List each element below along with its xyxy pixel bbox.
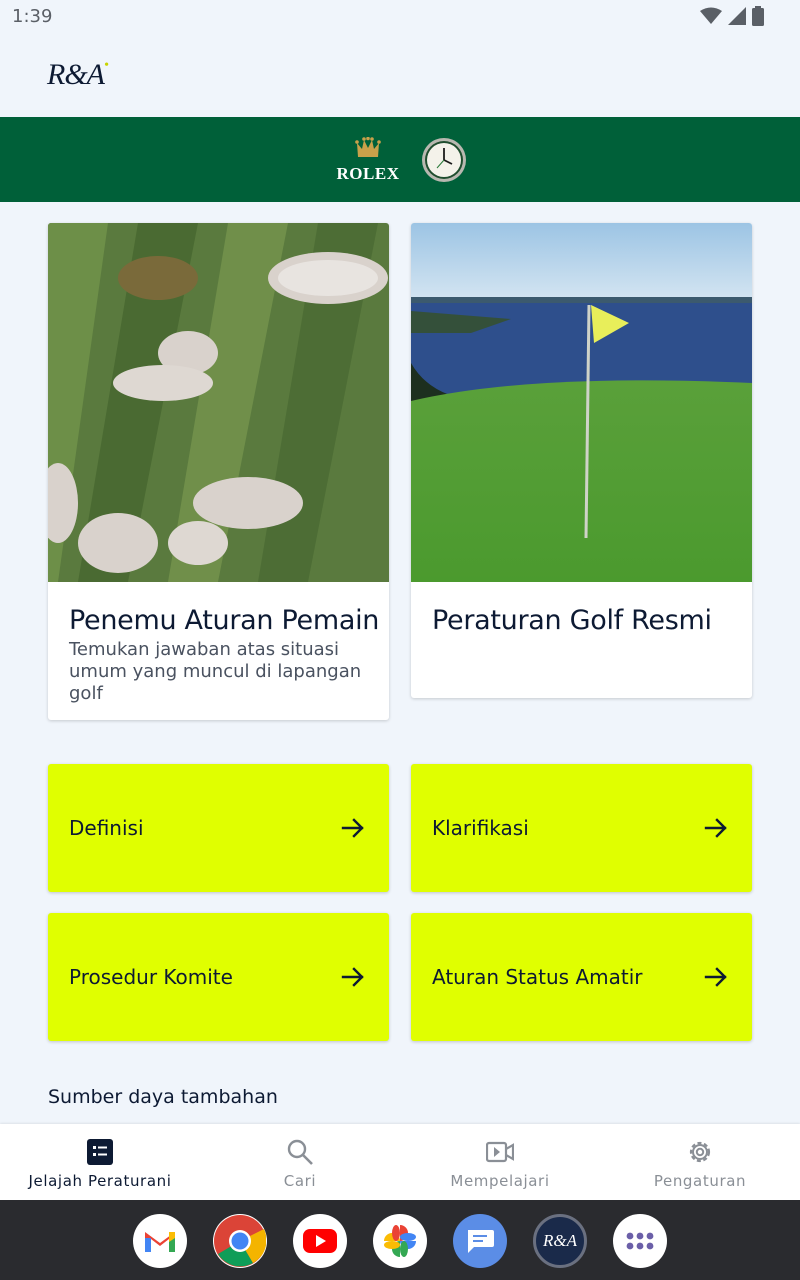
gmail-app-icon[interactable] [133, 1214, 187, 1268]
gmail-icon [145, 1232, 175, 1252]
committee-procedures-tile[interactable]: Prosedur Komite [48, 913, 389, 1041]
card-title: Peraturan Golf Resmi [432, 605, 712, 636]
app-drawer-icon[interactable] [613, 1214, 667, 1268]
arrow-right-icon [704, 818, 727, 838]
video-icon [486, 1141, 514, 1163]
card-title: Penemu Aturan Pemain [69, 605, 380, 636]
tile-label: Klarifikasi [432, 816, 529, 840]
status-time: 1:39 [12, 6, 53, 27]
card-description: Temukan jawaban atas situasi umum yang m… [69, 639, 362, 704]
grid-dots-icon [626, 1232, 654, 1250]
sponsor-banner[interactable]: ROLEX [0, 117, 800, 202]
tile-label: Prosedur Komite [69, 965, 233, 989]
chrome-icon [214, 1215, 266, 1267]
amateur-status-tile[interactable]: Aturan Status Amatir [411, 913, 752, 1041]
nav-learn[interactable]: Mempelajari [400, 1124, 600, 1200]
official-rules-card[interactable]: Peraturan Golf Resmi [411, 223, 752, 698]
golf-green-image [411, 223, 752, 582]
status-icons [700, 6, 764, 26]
signal-icon [728, 7, 746, 25]
battery-icon [752, 6, 764, 26]
app-header: R&A• [0, 32, 800, 117]
youtube-icon [303, 1229, 337, 1253]
bottom-navigation: Jelajah Peraturani Cari Mempelajari Peng… [0, 1124, 800, 1200]
nav-label: Cari [283, 1172, 317, 1190]
nav-label: Mempelajari [450, 1172, 550, 1190]
youtube-app-icon[interactable] [293, 1214, 347, 1268]
nav-settings[interactable]: Pengaturan [600, 1124, 800, 1200]
search-icon [287, 1139, 313, 1165]
rules-finder-card[interactable]: Penemu Aturan Pemain Temukan jawaban ata… [48, 223, 389, 720]
ra-logo[interactable]: R&A• [47, 58, 109, 92]
crown-icon [355, 136, 381, 157]
nav-label: Pengaturan [653, 1172, 747, 1190]
arrow-right-icon [341, 967, 364, 987]
bunker-aerial-image [48, 223, 389, 582]
nav-explore-rules[interactable]: Jelajah Peraturani [0, 1124, 200, 1200]
ra-rules-app-icon[interactable]: R&A [533, 1214, 587, 1268]
system-dock: R&A [0, 1200, 800, 1280]
additional-resources-heading: Sumber daya tambahan [48, 1086, 278, 1108]
definitions-tile[interactable]: Definisi [48, 764, 389, 892]
clarifications-tile[interactable]: Klarifikasi [411, 764, 752, 892]
messages-icon [468, 1230, 494, 1253]
messages-app-icon[interactable] [453, 1214, 507, 1268]
rules-book-icon [87, 1139, 113, 1165]
ra-app-badge: R&A [543, 1231, 577, 1250]
photos-app-icon[interactable] [373, 1214, 427, 1268]
photos-icon [384, 1225, 416, 1257]
wifi-icon [700, 7, 722, 24]
clock-icon [422, 138, 466, 182]
arrow-right-icon [341, 818, 364, 838]
nav-search[interactable]: Cari [200, 1124, 400, 1200]
rolex-logo: ROLEX [335, 136, 401, 184]
sponsor-name: ROLEX [336, 164, 400, 183]
logo-text: R&A [47, 58, 105, 91]
chrome-app-icon[interactable] [213, 1214, 267, 1268]
tile-label: Definisi [69, 816, 144, 840]
nav-label: Jelajah Peraturani [28, 1172, 172, 1190]
gear-icon [689, 1141, 711, 1163]
status-bar: 1:39 [0, 0, 800, 32]
tile-label: Aturan Status Amatir [432, 965, 643, 989]
arrow-right-icon [704, 967, 727, 987]
